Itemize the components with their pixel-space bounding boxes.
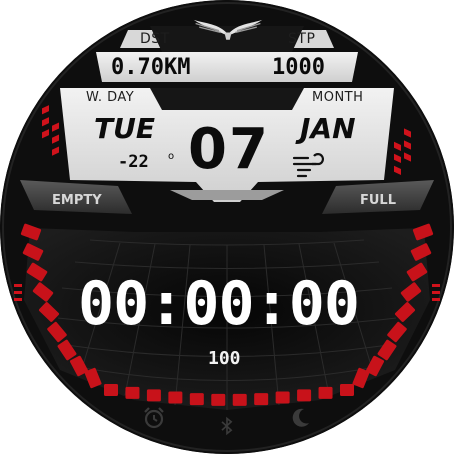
battery-gauge-segment: [254, 393, 269, 406]
distance-label: DST: [140, 31, 170, 47]
steps-label: STP: [288, 31, 316, 47]
moon-icon[interactable]: [288, 406, 312, 430]
day-number[interactable]: 07: [188, 122, 270, 178]
weekday-label: W. DAY: [86, 90, 135, 105]
bluetooth-icon[interactable]: [217, 414, 237, 438]
full-button[interactable]: FULL: [360, 194, 396, 207]
battery-gauge-segment: [104, 384, 118, 396]
battery-gauge-segment: [232, 393, 247, 406]
battery-gauge-segment: [125, 386, 140, 399]
distance-value[interactable]: 0.70KM: [111, 57, 190, 79]
weekday-value[interactable]: TUE: [94, 115, 155, 143]
battery-gauge-segment: [275, 391, 290, 404]
month-label: MONTH: [312, 90, 364, 105]
temperature-value[interactable]: -22: [118, 154, 149, 171]
winged-logo-icon: [193, 19, 263, 40]
watch-face-graphics: [0, 0, 454, 454]
empty-button[interactable]: EMPTY: [52, 194, 102, 207]
temperature-unit: o: [168, 151, 175, 162]
steps-value[interactable]: 1000: [272, 57, 325, 79]
alarm-clock-icon[interactable]: [142, 406, 166, 430]
battery-gauge-segment: [168, 391, 183, 404]
battery-gauge-segment: [211, 393, 226, 406]
battery-gauge-segment: [318, 386, 333, 399]
battery-level-value: 100: [208, 348, 241, 369]
month-value[interactable]: JAN: [300, 115, 356, 143]
windy-weather-icon: [292, 153, 324, 178]
date-panel-notch: [150, 88, 304, 110]
digital-time[interactable]: 00:00:00: [78, 274, 360, 334]
battery-gauge-segment: [340, 384, 354, 396]
battery-gauge-segment: [189, 393, 204, 406]
watch-face: DST STP 0.70KM 1000 W. DAY MONTH TUE JAN…: [0, 0, 454, 454]
battery-gauge-segment: [146, 389, 161, 402]
battery-gauge-segment: [297, 389, 312, 402]
